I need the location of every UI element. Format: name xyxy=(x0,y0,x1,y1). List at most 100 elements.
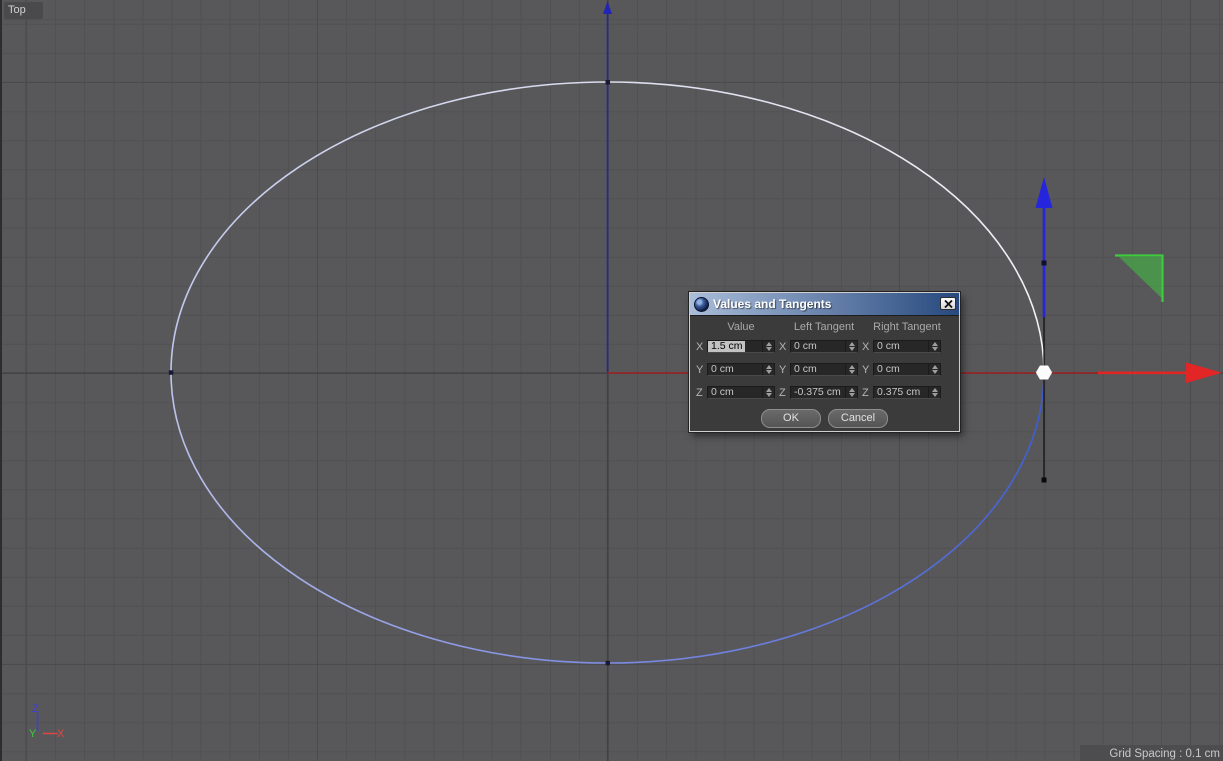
object-z-axis-arrowhead xyxy=(603,1,612,14)
values-and-tangents-dialog: Values and Tangents Value Left Tangent R… xyxy=(689,292,960,432)
z-right-tangent-spinner[interactable] xyxy=(928,387,940,398)
z-value-field[interactable]: 0 cm xyxy=(707,386,775,399)
axis-label: X xyxy=(862,341,872,353)
spinner-up-icon xyxy=(849,365,855,369)
x-value-field[interactable]: 1.5 cm xyxy=(707,340,775,353)
axis-label: Y xyxy=(779,364,789,376)
group-y-left-tangent: Y 0 cm xyxy=(779,363,858,376)
spinner-up-icon xyxy=(849,342,855,346)
y-right-tangent-text: 0 cm xyxy=(874,364,928,375)
control-point-top[interactable] xyxy=(606,80,611,85)
spinner-up-icon xyxy=(932,342,938,346)
spinner-down-icon xyxy=(932,393,938,397)
axis-label: Z xyxy=(696,387,706,399)
axis-label: Z xyxy=(862,387,872,399)
gizmo-x-axis-arrowhead[interactable] xyxy=(1186,363,1222,384)
group-z-right-tangent: Z 0.375 cm xyxy=(862,386,941,399)
group-x-left-tangent: X 0 cm xyxy=(779,340,858,353)
dialog-buttons: OK Cancel xyxy=(690,409,959,428)
x-left-tangent-field[interactable]: 0 cm xyxy=(790,340,858,353)
tangent-endpoint-bottom[interactable] xyxy=(1042,478,1047,483)
control-point-bottom[interactable] xyxy=(606,661,611,666)
y-right-tangent-field[interactable]: 0 cm xyxy=(873,363,941,376)
spinner-up-icon xyxy=(932,365,938,369)
selected-point-handle[interactable] xyxy=(1036,366,1052,380)
field-rows: X 1.5 cm X 0 cm xyxy=(690,340,959,399)
row-x: X 1.5 cm X 0 cm xyxy=(690,340,959,353)
spinner-up-icon xyxy=(849,388,855,392)
z-left-tangent-spinner[interactable] xyxy=(845,387,857,398)
spinner-up-icon xyxy=(766,388,772,392)
group-y-right-tangent: Y 0 cm xyxy=(862,363,941,376)
viewport-scene: Z Y X xyxy=(0,0,1223,761)
y-left-tangent-spinner[interactable] xyxy=(845,364,857,375)
x-left-tangent-spinner[interactable] xyxy=(845,341,857,352)
x-right-tangent-text: 0 cm xyxy=(874,341,928,352)
app-logo-icon xyxy=(694,297,709,312)
axis-label: X xyxy=(696,341,706,353)
column-headers: Value Left Tangent Right Tangent xyxy=(690,321,959,333)
group-z-value: Z 0 cm xyxy=(696,386,775,399)
gizmo-plane-handle-fill[interactable] xyxy=(1119,257,1162,298)
view-label[interactable]: Top xyxy=(4,2,43,19)
y-left-tangent-text: 0 cm xyxy=(791,364,845,375)
x-value-spinner[interactable] xyxy=(762,341,774,352)
spinner-up-icon xyxy=(932,388,938,392)
spinner-down-icon xyxy=(932,347,938,351)
group-x-right-tangent: X 0 cm xyxy=(862,340,941,353)
x-left-tangent-text: 0 cm xyxy=(791,341,845,352)
ok-button[interactable]: OK xyxy=(761,409,821,428)
axis-label: X xyxy=(779,341,789,353)
row-y: Y 0 cm Y 0 cm xyxy=(690,363,959,376)
spinner-down-icon xyxy=(766,370,772,374)
x-right-tangent-spinner[interactable] xyxy=(928,341,940,352)
z-left-tangent-field[interactable]: -0.375 cm xyxy=(790,386,858,399)
y-value-text: 0 cm xyxy=(708,364,762,375)
header-left-tangent: Left Tangent xyxy=(790,321,858,333)
dialog-titlebar[interactable]: Values and Tangents xyxy=(690,293,959,316)
spinner-down-icon xyxy=(849,370,855,374)
z-right-tangent-field[interactable]: 0.375 cm xyxy=(873,386,941,399)
y-left-tangent-field[interactable]: 0 cm xyxy=(790,363,858,376)
close-icon xyxy=(944,300,953,308)
viewport-left-border xyxy=(0,0,2,761)
row-z: Z 0 cm Z -0.375 cm xyxy=(690,386,959,399)
header-right-tangent: Right Tangent xyxy=(873,321,941,333)
spinner-down-icon xyxy=(849,393,855,397)
cancel-button[interactable]: Cancel xyxy=(828,409,888,428)
spinner-down-icon xyxy=(932,370,938,374)
spinner-down-icon xyxy=(766,347,772,351)
y-right-tangent-spinner[interactable] xyxy=(928,364,940,375)
gizmo-z-axis-arrowhead[interactable] xyxy=(1036,177,1053,208)
y-value-field[interactable]: 0 cm xyxy=(707,363,775,376)
spinner-down-icon xyxy=(766,393,772,397)
x-value-text: 1.5 cm xyxy=(708,341,745,352)
axis-label: Y xyxy=(862,364,872,376)
x-right-tangent-field[interactable]: 0 cm xyxy=(873,340,941,353)
grid-spacing-status: Grid Spacing : 0.1 cm xyxy=(1109,748,1220,760)
z-value-spinner[interactable] xyxy=(762,387,774,398)
z-left-tangent-text: -0.375 cm xyxy=(791,387,845,398)
spinner-up-icon xyxy=(766,342,772,346)
axis-label: Z xyxy=(779,387,789,399)
close-button[interactable] xyxy=(940,297,956,310)
spline-segment-top-left[interactable] xyxy=(171,82,608,373)
group-x-value: X 1.5 cm xyxy=(696,340,775,353)
spline-segment-left-bottom[interactable] xyxy=(171,373,608,664)
group-z-left-tangent: Z -0.375 cm xyxy=(779,386,858,399)
control-point-left[interactable] xyxy=(169,370,174,375)
spinner-down-icon xyxy=(849,347,855,351)
orientation-z-label: Z xyxy=(32,703,39,715)
z-value-text: 0 cm xyxy=(708,387,762,398)
group-y-value: Y 0 cm xyxy=(696,363,775,376)
y-value-spinner[interactable] xyxy=(762,364,774,375)
z-right-tangent-text: 0.375 cm xyxy=(874,387,928,398)
viewport-top-view[interactable]: Z Y X Top Grid Spacing : 0.1 cm Values a… xyxy=(0,0,1223,761)
spinner-up-icon xyxy=(766,365,772,369)
header-value: Value xyxy=(707,321,775,333)
tangent-endpoint-top[interactable] xyxy=(1042,261,1047,266)
orientation-y-label: Y xyxy=(29,728,37,740)
orientation-x-label: X xyxy=(57,728,65,740)
dialog-title: Values and Tangents xyxy=(713,297,831,311)
axis-label: Y xyxy=(696,364,706,376)
